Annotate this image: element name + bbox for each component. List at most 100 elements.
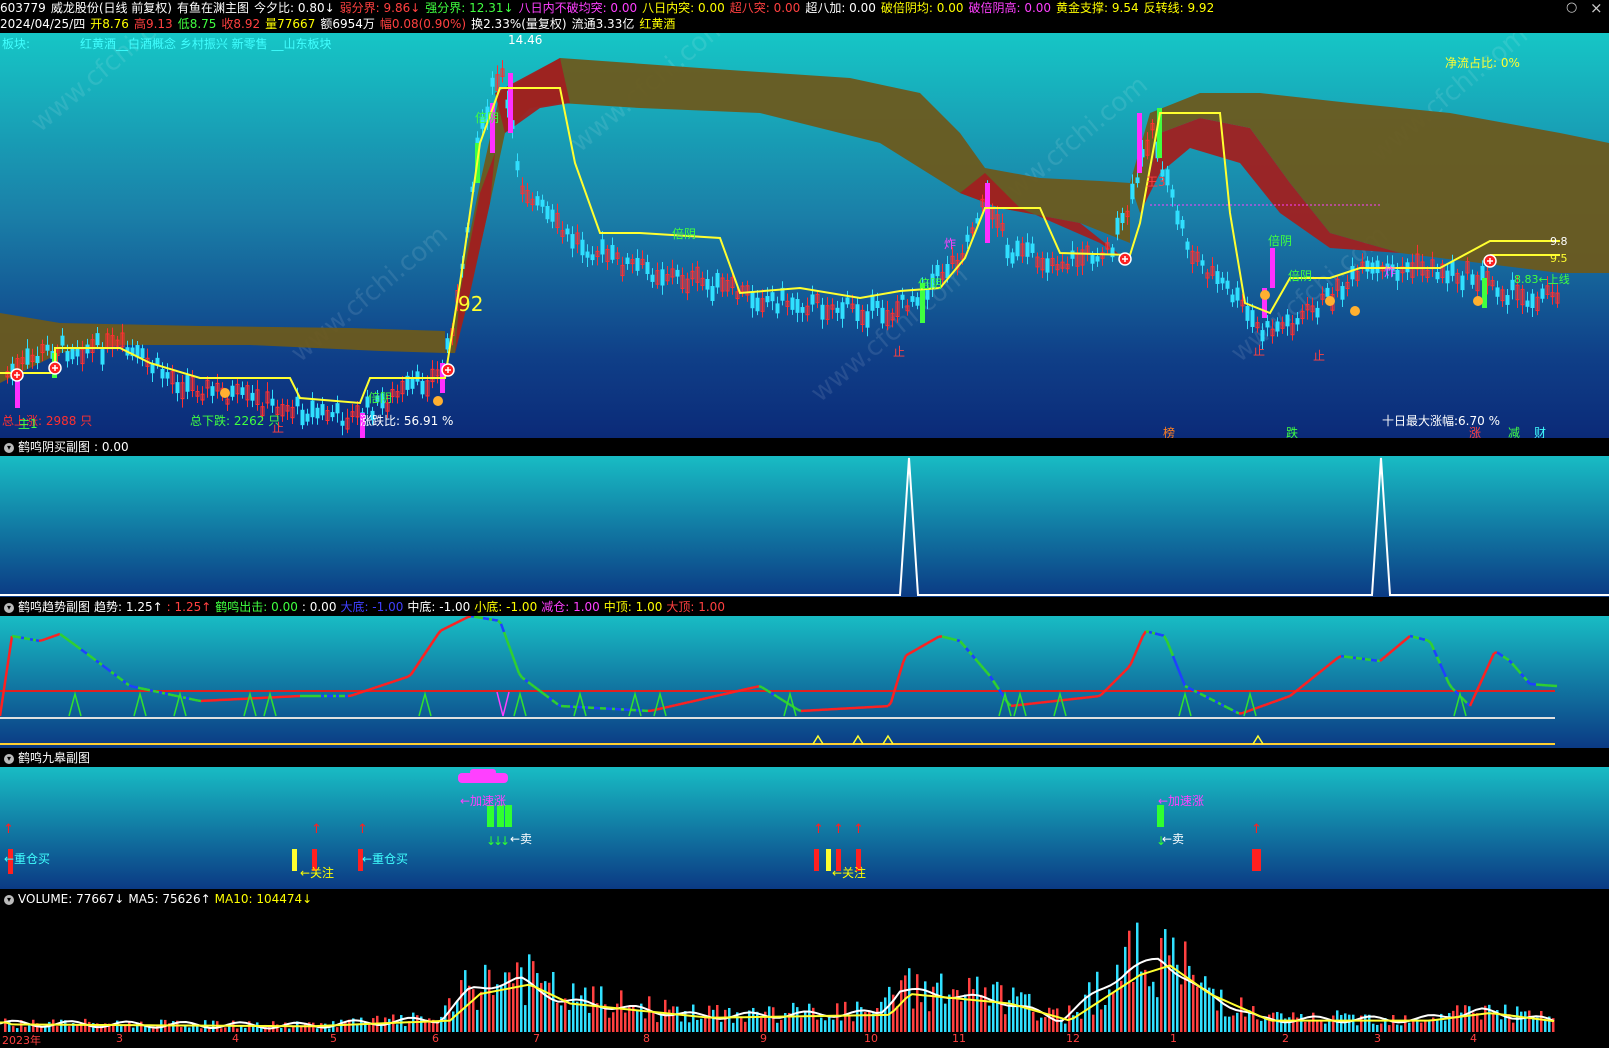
- candle-body: [490, 77, 495, 87]
- candle-body: [580, 239, 585, 256]
- trend-segment: [1486, 659, 1493, 667]
- trend-segment: [668, 704, 673, 708]
- signal-bar: [1256, 849, 1261, 871]
- trend-segment: [155, 690, 160, 694]
- trend-segment: [674, 703, 679, 707]
- trend-segment: [1523, 676, 1528, 682]
- header-item-10: 破倍阴均: 0.00: [880, 1, 964, 15]
- trend-segment: [920, 644, 925, 648]
- trend-segment: [911, 649, 916, 654]
- collapse-icon[interactable]: ▾: [4, 894, 14, 905]
- trend-segment: [392, 679, 397, 683]
- nine-panel[interactable]: ↑ ↑ ↑ ↑ ↑ ↑ ↑ ↓ ↓ ↓ ↓: [0, 767, 1609, 889]
- volume-panel[interactable]: [0, 908, 1609, 1032]
- volume-bar: [1164, 929, 1167, 1032]
- volume-bar: [512, 983, 515, 1032]
- candle-body: [765, 296, 770, 303]
- candle-body: [1215, 271, 1220, 284]
- volume-bar: [536, 973, 539, 1032]
- volume-bar: [696, 1019, 699, 1032]
- hand-icon: [1325, 296, 1335, 306]
- volume-bar: [888, 986, 891, 1032]
- candle-body: [330, 412, 335, 418]
- volume-bar: [944, 1003, 947, 1032]
- volume-bar: [1252, 1006, 1255, 1032]
- candle-body: [1505, 295, 1510, 305]
- candle-body: [1225, 280, 1230, 289]
- trend-segment: [1388, 650, 1393, 655]
- trend-segment: [1385, 652, 1390, 657]
- trend-segment: [53, 633, 58, 638]
- trend-segment: [659, 706, 664, 710]
- volume-bar: [1216, 1010, 1219, 1032]
- trend-segment: [1229, 707, 1234, 712]
- candle-body: [1245, 306, 1250, 321]
- yin-buy-panel[interactable]: [0, 456, 1609, 597]
- right-value-3: 8.83←上线: [1514, 273, 1570, 286]
- nine-title-bar: ▾ 鹤鸣九皋副图: [0, 749, 1609, 767]
- hand-icon: [1350, 306, 1360, 316]
- trend-segment: [1463, 699, 1468, 704]
- volume-bar: [744, 1021, 747, 1032]
- trend-segment: [44, 637, 49, 641]
- volume-bar: [996, 981, 999, 1032]
- trend-segment: [1112, 679, 1117, 684]
- trend-dip-marker: [496, 691, 510, 717]
- collapse-icon[interactable]: ▾: [4, 442, 14, 453]
- volume-bar: [1244, 1016, 1247, 1032]
- chart-marker-9: 止: [893, 345, 906, 359]
- trend-segment: [797, 708, 802, 713]
- volume-bar: [908, 968, 911, 1032]
- trend-segment: [929, 638, 934, 643]
- trend-segment: [1223, 704, 1228, 709]
- trend-segment: [14, 635, 19, 639]
- trend-segment: [427, 642, 434, 649]
- trend-segment: [908, 650, 913, 655]
- sector-tags[interactable]: 红黄酒__白酒概念 乡村振兴 新零售 __山东板块: [80, 35, 331, 52]
- header-item-4: 弱分界: 9.86↓: [339, 1, 421, 15]
- trend-segment: [968, 650, 973, 656]
- volume-bar: [852, 1021, 855, 1032]
- volume-bar: [1352, 1014, 1355, 1032]
- volume-bar: [708, 1005, 711, 1032]
- window-circle-button[interactable]: ○: [1566, 0, 1577, 15]
- trend-small-marker: [882, 734, 894, 745]
- trend-segment: [1141, 630, 1148, 637]
- down-arrow-icon: ↓: [500, 834, 510, 848]
- volume-bar: [1040, 1017, 1043, 1032]
- trend-segment: [511, 656, 518, 666]
- trend-segment: [404, 675, 409, 679]
- collapse-icon[interactable]: ▾: [4, 753, 14, 764]
- volume-bar: [1412, 1020, 1415, 1032]
- volume-bar: [1228, 1016, 1231, 1032]
- close-button[interactable]: ×: [1590, 0, 1603, 17]
- month-tick-9: 11: [952, 1032, 966, 1045]
- trend-panel[interactable]: [0, 616, 1609, 748]
- ma5-line: [0, 957, 1555, 1030]
- volume-bar: [1132, 982, 1135, 1032]
- volume-bar: [560, 1005, 563, 1032]
- volume-bar: [656, 1022, 659, 1032]
- volume-bar: [752, 1007, 755, 1032]
- collapse-icon[interactable]: ▾: [4, 602, 14, 613]
- candle-body: [550, 209, 555, 222]
- trend-segment: [731, 690, 736, 694]
- hand-icon: [433, 396, 443, 406]
- candle-body: [45, 344, 50, 351]
- candle-body: [1540, 288, 1545, 299]
- chart-marker-11: 止: [1313, 349, 1326, 363]
- main-chart-panel[interactable]: www.cfchi.com www.cfchi.com www.cfchi.com w…: [0, 33, 1609, 438]
- trend-segment: [182, 696, 187, 700]
- trend-segment: [901, 654, 908, 664]
- total-down-count: 总下跌: 2262 只: [190, 414, 281, 428]
- trend-segment: [1106, 685, 1111, 690]
- trend-segment: [1217, 701, 1222, 706]
- trend-segment: [719, 693, 724, 697]
- trend-segment: [1325, 663, 1330, 669]
- trend-segment: [185, 696, 190, 700]
- trend-segment: [1310, 675, 1315, 681]
- trend-segment: [914, 647, 919, 652]
- trend-segment: [1190, 687, 1195, 692]
- quote-item-1: 开8.76: [90, 17, 129, 31]
- volume-bar: [728, 1008, 731, 1032]
